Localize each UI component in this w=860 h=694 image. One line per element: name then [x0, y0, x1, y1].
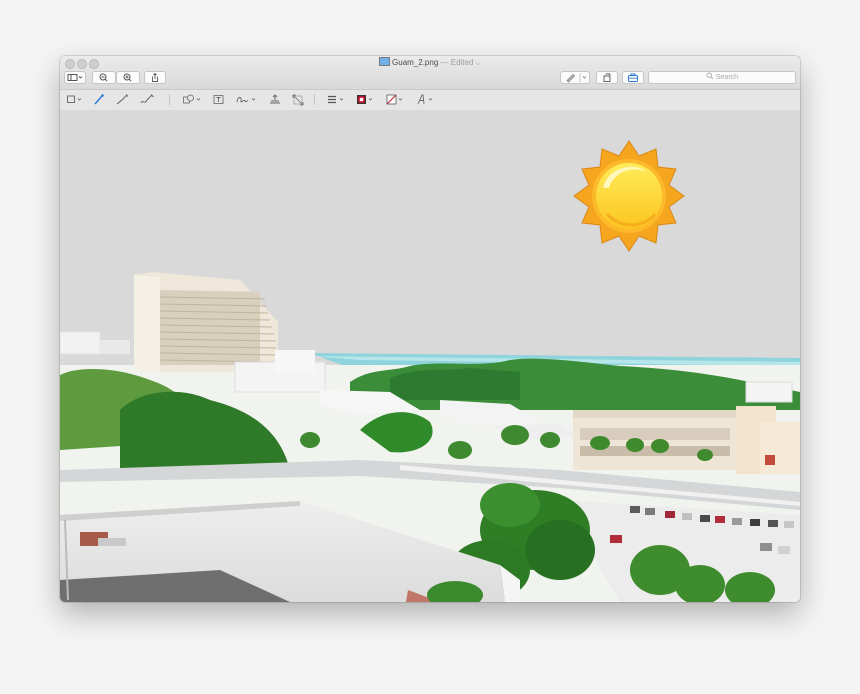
text-style-tool[interactable] — [415, 93, 437, 106]
selection-icon — [67, 95, 82, 103]
share-button[interactable] — [144, 71, 166, 84]
fill-color-tool[interactable] — [385, 93, 407, 106]
sidebar-button[interactable] — [64, 71, 86, 84]
shapes-tool[interactable] — [182, 93, 204, 106]
zoom-out-button[interactable] — [92, 71, 116, 84]
search-field[interactable]: Search — [648, 71, 796, 84]
fill-color-icon — [386, 94, 403, 105]
zoom-in-button[interactable] — [116, 71, 140, 84]
signature-icon — [236, 96, 256, 103]
zoom-in-icon — [123, 73, 132, 82]
draw-tool[interactable] — [139, 93, 157, 106]
text-tool[interactable] — [212, 93, 226, 106]
pen-icon — [566, 73, 587, 83]
toolbar-divider — [169, 94, 170, 105]
window-title[interactable]: Guam_2.png — Edited ⌵ — [60, 57, 800, 70]
line-style-icon — [328, 95, 344, 104]
border-color-icon — [357, 95, 373, 104]
search-icon — [706, 72, 714, 80]
text-box-icon — [213, 95, 224, 104]
text-style-icon — [417, 94, 433, 105]
sketch-icon — [116, 94, 129, 105]
sidebar-icon — [67, 74, 83, 81]
preview-window: Guam_2.png — Edited ⌵ Search — [60, 56, 800, 602]
title-bar[interactable]: Guam_2.png — Edited ⌵ Search — [60, 56, 800, 89]
image-canvas[interactable] — [60, 110, 800, 602]
zoom-out-icon — [99, 73, 108, 82]
draw-icon — [140, 94, 154, 104]
share-icon — [152, 72, 158, 82]
magic-wand-icon — [94, 94, 104, 105]
adjust-color-icon — [270, 94, 280, 104]
sketch-tool[interactable] — [115, 93, 131, 106]
instant-alpha-tool[interactable] — [92, 93, 106, 106]
adjust-size-tool[interactable] — [291, 93, 305, 106]
border-color-tool[interactable] — [355, 93, 377, 106]
edited-label: — Edited — [440, 58, 474, 67]
title-chevron-icon: ⌵ — [475, 60, 481, 67]
rotate-button[interactable] — [596, 71, 618, 84]
adjust-size-icon — [292, 94, 304, 106]
pen-button[interactable] — [560, 71, 590, 84]
shapes-icon — [183, 94, 201, 104]
file-name: Guam_2.png — [392, 58, 439, 67]
search-placeholder: Search — [715, 74, 739, 81]
toolbox-icon — [628, 73, 638, 82]
shape-style-tool[interactable] — [326, 93, 348, 106]
toolbar-divider — [314, 94, 315, 105]
rectangular-selection-tool[interactable] — [66, 93, 84, 106]
markup-toolbar-button[interactable] — [622, 71, 644, 84]
rotate-icon — [603, 73, 611, 82]
guam-photo — [60, 110, 800, 602]
sign-tool[interactable] — [235, 93, 259, 106]
adjust-color-tool[interactable] — [268, 93, 282, 106]
markup-toolbar — [60, 89, 800, 111]
png-file-icon — [379, 57, 391, 66]
